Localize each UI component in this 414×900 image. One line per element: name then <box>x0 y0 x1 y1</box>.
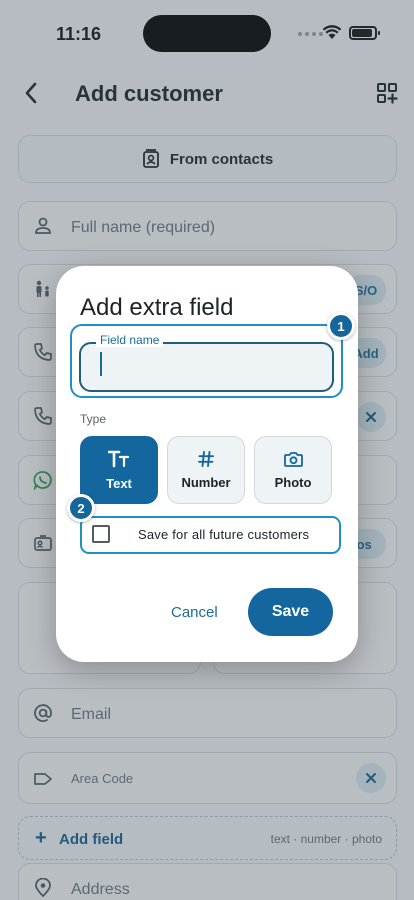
save-button[interactable]: Save <box>248 588 333 636</box>
type-label: Type <box>80 412 107 426</box>
hash-icon <box>198 450 214 467</box>
add-extra-field-dialog: Add extra field Field name 1 Type Text N… <box>56 266 358 662</box>
save-for-all-label: Save for all future customers <box>138 527 310 542</box>
text-caret <box>100 352 102 376</box>
field-name-label: Field name <box>96 333 164 347</box>
camera-icon <box>283 451 303 467</box>
text-type-icon <box>108 450 130 467</box>
annotation-badge-2: 2 <box>67 494 95 522</box>
annotation-badge-1: 1 <box>327 312 355 340</box>
type-option-photo[interactable]: Photo <box>254 436 332 504</box>
type-option-photo-label: Photo <box>274 474 312 490</box>
field-name-input[interactable] <box>79 342 334 392</box>
save-for-all-checkbox[interactable] <box>92 525 110 543</box>
type-option-number[interactable]: Number <box>167 436 245 504</box>
dialog-title: Add extra field <box>80 294 234 321</box>
type-option-text[interactable]: Text <box>80 436 158 504</box>
cancel-button[interactable]: Cancel <box>171 604 218 621</box>
type-option-number-label: Number <box>181 474 231 490</box>
type-option-text-label: Text <box>106 475 132 491</box>
